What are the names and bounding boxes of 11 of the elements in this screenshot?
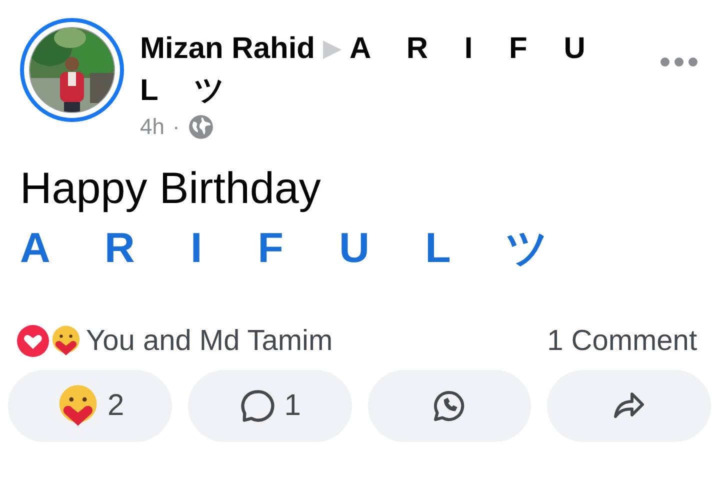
post-text: Happy Birthday xyxy=(20,163,322,215)
tagged-name[interactable]: A R I F U L ツ xyxy=(20,224,549,271)
react-button[interactable]: 2 xyxy=(8,370,172,442)
comment-count[interactable]: 1 Comment xyxy=(547,324,697,358)
love-reaction-icon xyxy=(16,324,50,358)
separator-dot: · xyxy=(172,114,180,140)
care-reaction-icon xyxy=(50,325,82,357)
more-options-icon[interactable] xyxy=(659,56,699,68)
comment-button[interactable]: 1 xyxy=(188,370,352,442)
reaction-summary[interactable]: You and Md Tamim xyxy=(86,324,548,358)
comment-icon xyxy=(238,387,276,425)
